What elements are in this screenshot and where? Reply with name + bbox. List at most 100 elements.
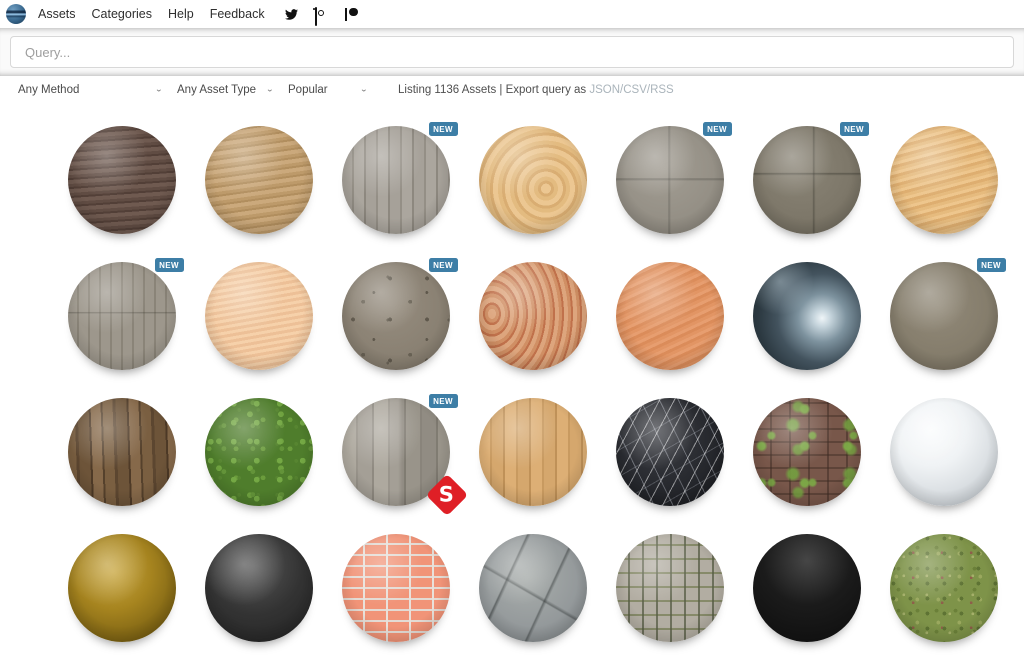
asset-sphere[interactable] xyxy=(889,534,998,642)
asset-thumbnail[interactable] xyxy=(889,534,998,642)
asset-sphere[interactable] xyxy=(204,126,313,234)
new-badge: NEW xyxy=(839,122,869,136)
asset-thumbnail[interactable] xyxy=(752,398,861,506)
social-links xyxy=(284,6,358,26)
asset-sphere[interactable] xyxy=(67,126,176,234)
patreon-icon[interactable] xyxy=(344,7,358,21)
asset-sphere[interactable] xyxy=(478,398,587,506)
asset-sphere[interactable] xyxy=(889,262,998,370)
asset-sphere[interactable] xyxy=(889,398,998,506)
asset-sphere[interactable] xyxy=(615,126,724,234)
asset-sphere[interactable] xyxy=(478,534,587,642)
asset-thumbnail[interactable] xyxy=(204,126,313,234)
search-input[interactable] xyxy=(10,36,1014,68)
new-badge: NEW xyxy=(976,258,1006,272)
chevron-down-icon: ⌄ xyxy=(265,85,274,94)
asset-cell xyxy=(601,262,738,398)
asset-thumbnail[interactable] xyxy=(752,262,861,370)
search-bar-section xyxy=(0,28,1024,76)
asset-sphere[interactable] xyxy=(752,262,861,370)
asset-cell xyxy=(875,398,1012,534)
asset-thumbnail[interactable] xyxy=(67,534,176,642)
asset-cell xyxy=(190,398,327,534)
asset-thumbnail[interactable]: NEW S xyxy=(341,394,468,517)
asset-sphere[interactable] xyxy=(204,262,313,370)
asset-cell: NEW S xyxy=(327,394,468,534)
asset-sphere[interactable] xyxy=(889,126,998,234)
filter-bar: Any Method ⌄ Any Asset Type ⌄ Popular ⌄ … xyxy=(0,76,1024,103)
asset-thumbnail[interactable] xyxy=(204,534,313,642)
asset-sphere[interactable] xyxy=(67,398,176,506)
asset-sphere[interactable] xyxy=(615,262,724,370)
nav-links: Assets Categories Help Feedback xyxy=(38,7,265,21)
asset-sphere[interactable] xyxy=(204,398,313,506)
asset-thumbnail[interactable]: NEW xyxy=(67,258,184,370)
asset-thumbnail[interactable] xyxy=(615,398,724,506)
new-badge: NEW xyxy=(428,394,458,408)
asset-cell: NEW xyxy=(738,122,875,262)
asset-thumbnail[interactable] xyxy=(615,534,724,642)
asset-cell xyxy=(190,262,327,398)
asset-thumbnail[interactable]: NEW xyxy=(889,258,1006,370)
asset-cell xyxy=(464,398,601,534)
asset-thumbnail[interactable] xyxy=(67,126,176,234)
new-badge: NEW xyxy=(154,258,184,272)
nav-item-assets[interactable]: Assets xyxy=(38,7,76,21)
asset-thumbnail[interactable]: NEW xyxy=(615,122,732,234)
asset-thumbnail[interactable]: NEW xyxy=(752,122,869,234)
asset-cell xyxy=(738,262,875,398)
asset-cell xyxy=(875,126,1012,262)
asset-sphere[interactable] xyxy=(67,262,176,370)
asset-sphere[interactable] xyxy=(752,126,861,234)
asset-thumbnail[interactable] xyxy=(889,126,998,234)
nav-item-feedback[interactable]: Feedback xyxy=(210,7,265,21)
asset-cell xyxy=(53,398,190,534)
asset-cell xyxy=(327,534,464,670)
asset-sphere[interactable] xyxy=(615,398,724,506)
method-filter-value: Any Method xyxy=(18,83,80,96)
sort-filter-select[interactable]: Popular ⌄ xyxy=(288,84,368,96)
instagram-icon[interactable] xyxy=(314,6,328,26)
asset-sphere[interactable] xyxy=(204,534,313,642)
asset-thumbnail[interactable] xyxy=(204,398,313,506)
asset-cell xyxy=(464,262,601,398)
asset-thumbnail[interactable] xyxy=(67,398,176,506)
asset-cell xyxy=(190,126,327,262)
site-logo-icon[interactable] xyxy=(6,4,26,24)
asset-sphere[interactable] xyxy=(341,126,450,234)
asset-cell xyxy=(53,534,190,670)
export-format-links[interactable]: JSON/CSV/RSS xyxy=(589,84,673,96)
nav-item-categories[interactable]: Categories xyxy=(92,7,152,21)
asset-thumbnail[interactable] xyxy=(478,534,587,642)
asset-type-filter-value: Any Asset Type xyxy=(177,83,257,96)
asset-cell: NEW xyxy=(875,258,1012,398)
asset-thumbnail[interactable] xyxy=(478,398,587,506)
listing-status: Listing 1136 Assets | Export query as JS… xyxy=(398,84,674,96)
twitter-icon[interactable] xyxy=(284,8,298,21)
asset-thumbnail[interactable] xyxy=(478,262,587,370)
asset-cell xyxy=(875,534,1012,670)
asset-sphere[interactable] xyxy=(478,126,587,234)
nav-item-help[interactable]: Help xyxy=(168,7,194,21)
asset-thumbnail[interactable]: NEW xyxy=(341,122,458,234)
asset-sphere[interactable] xyxy=(752,398,861,506)
asset-thumbnail[interactable] xyxy=(204,262,313,370)
asset-sphere[interactable] xyxy=(478,262,587,370)
asset-sphere[interactable] xyxy=(341,534,450,642)
asset-cell xyxy=(601,398,738,534)
asset-thumbnail[interactable] xyxy=(478,126,587,234)
asset-thumbnail[interactable] xyxy=(341,534,450,642)
asset-sphere[interactable] xyxy=(341,262,450,370)
top-navigation: Assets Categories Help Feedback xyxy=(0,0,1024,28)
new-badge: NEW xyxy=(702,122,732,136)
asset-sphere[interactable] xyxy=(752,534,861,642)
method-filter-select[interactable]: Any Method ⌄ xyxy=(18,84,163,96)
asset-sphere[interactable] xyxy=(67,534,176,642)
asset-type-filter-select[interactable]: Any Asset Type ⌄ xyxy=(177,84,274,96)
asset-thumbnail[interactable] xyxy=(752,534,861,642)
asset-cell xyxy=(190,534,327,670)
asset-thumbnail[interactable] xyxy=(889,398,998,506)
asset-sphere[interactable] xyxy=(615,534,724,642)
asset-thumbnail[interactable] xyxy=(615,262,724,370)
asset-thumbnail[interactable]: NEW xyxy=(341,258,458,370)
